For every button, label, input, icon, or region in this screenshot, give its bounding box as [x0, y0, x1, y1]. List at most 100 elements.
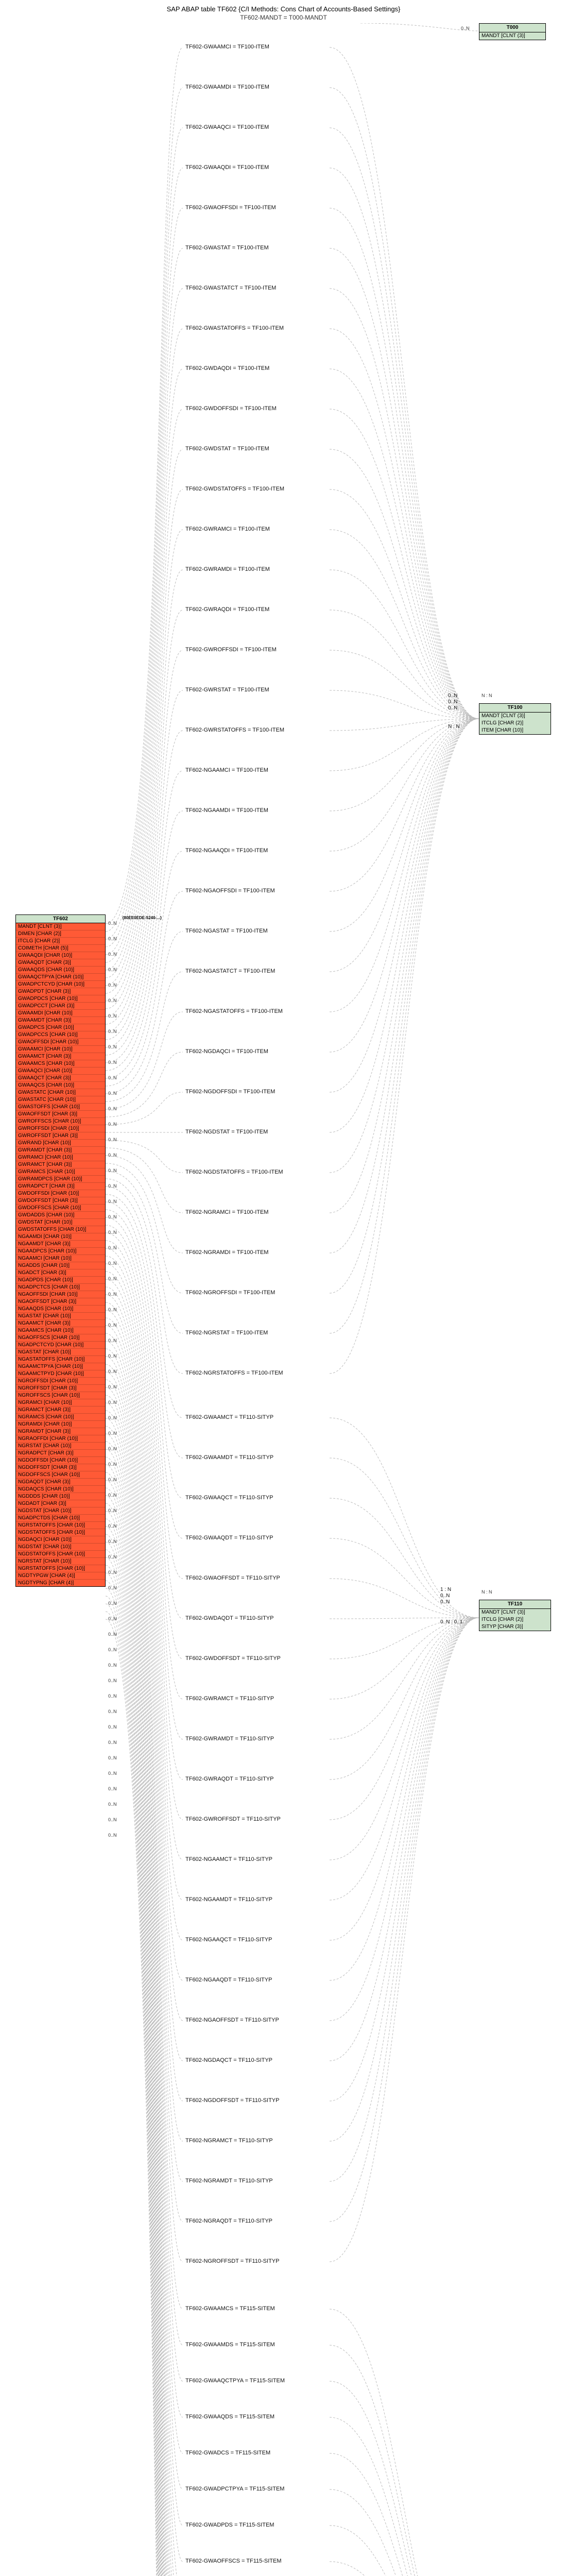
- cardinality-label: 0..N: [108, 1585, 117, 1590]
- edge-label: TF602-GWRAQDI = TF100-ITEM: [185, 606, 269, 613]
- edge-label: TF602-GWADCS = TF115-SITEM: [185, 2450, 270, 2456]
- table-row: GWADPDT [CHAR (3)]: [16, 988, 105, 995]
- cardinality-label: 0..N: [108, 1137, 117, 1142]
- edge-label: TF602-GWROFFSDT = TF110-SITYP: [185, 1816, 281, 1822]
- edge-label: TF602-GWAOFFSDI = TF100-ITEM: [185, 205, 276, 211]
- table-row: GWAAMCI [CHAR (10)]: [16, 1046, 105, 1053]
- cardinality-label: 0..N: [108, 1462, 117, 1467]
- edge-label: TF602-GWAAMDS = TF115-SITEM: [185, 2342, 275, 2348]
- edge-label: TF602-GWRAMCT = TF110-SITYP: [185, 1696, 274, 1702]
- cardinality-label: 0..N: [108, 1122, 117, 1127]
- edge-label: TF602-NGRAMCT = TF110-SITYP: [185, 2138, 273, 2144]
- table-row: NGRAOFFDI [CHAR (10)]: [16, 1435, 105, 1443]
- cardinality-label: 0..N: [108, 1044, 117, 1049]
- cardinality-label: 0..N: [108, 1663, 117, 1668]
- cardinality-label: 0..N: [108, 1060, 117, 1065]
- edge-label: TF602-NGRSTATOFFS = TF100-ITEM: [185, 1370, 283, 1376]
- table-row: NGAOFFSDI [CHAR (10)]: [16, 1291, 105, 1298]
- table-row: NGRAMDT [CHAR (3)]: [16, 1428, 105, 1435]
- table-row: NGRSTAT [CHAR (10)]: [16, 1558, 105, 1565]
- edge-label: TF602-GWRAMCI = TF100-ITEM: [185, 526, 270, 532]
- table-row: NGRSTAT [CHAR (10)]: [16, 1443, 105, 1450]
- table-row: GWDOFFSDI [CHAR (10)]: [16, 1190, 105, 1197]
- edge-label: TF602-NGASTATOFFS = TF100-ITEM: [185, 1008, 283, 1014]
- cardinality-tf100-nn: N : N: [482, 693, 492, 698]
- edge-label: TF602-NGAOFFSDT = TF110-SITYP: [185, 2017, 279, 2023]
- cardinality-t000: 0..N: [461, 26, 470, 31]
- edge-label: TF602-NGDOFFSDI = TF100-ITEM: [185, 1089, 275, 1095]
- table-row: NGAOFFSDT [CHAR (3)]: [16, 1298, 105, 1306]
- edge-label: TF602-NGDSTATOFFS = TF100-ITEM: [185, 1169, 283, 1175]
- edge-label: TF602-GWDSTAT = TF100-ITEM: [185, 446, 269, 452]
- node-tf100: TF100 MANDT [CLNT (3)] ITCLG [CHAR (2)] …: [479, 703, 551, 735]
- edge-label: TF602-GWRSTAT = TF100-ITEM: [185, 687, 269, 693]
- table-row: GWAAMCS [CHAR (10)]: [16, 1060, 105, 1067]
- edge-label: TF602-NGAAMDT = TF110-SITYP: [185, 1896, 272, 1903]
- edge-label: TF602-GWAAQCT = TF110-SITYP: [185, 1495, 273, 1501]
- table-row: NGDSTATOFFS [CHAR (10)]: [16, 1551, 105, 1558]
- table-row: NGDOFFSDT [CHAR (3)]: [16, 1464, 105, 1471]
- cardinality-label: 0..N: [108, 936, 117, 941]
- edge-label: TF602-NGDSTAT = TF100-ITEM: [185, 1129, 268, 1135]
- cardinality-label: 0..N: [108, 1446, 117, 1451]
- cardinality-label: 0..N: [108, 1106, 117, 1111]
- edge-label: TF602-GWRAMDI = TF100-ITEM: [185, 566, 270, 572]
- cardinality-label: 0..N: [108, 1755, 117, 1760]
- edge-label: TF602-NGRAMCI = TF100-ITEM: [185, 1209, 268, 1215]
- edge-label: TF602-GWAOFFSCS = TF115-SITEM: [185, 2558, 282, 2564]
- cardinality-label: 0..N: [108, 1539, 117, 1544]
- table-row: NGASTATOFFS [CHAR (10)]: [16, 1356, 105, 1363]
- table-row: GWAAMDI [CHAR (10)]: [16, 1010, 105, 1017]
- table-row: GWAAQDT [CHAR (3)]: [16, 959, 105, 967]
- node-tf100-row-0: MANDT [CLNT (3)]: [479, 713, 551, 720]
- edge-label: TF602-GWDAQDI = TF100-ITEM: [185, 365, 269, 371]
- cardinality-label: 0..N: [108, 1786, 117, 1791]
- table-row: GWRAND [CHAR (10)]: [16, 1140, 105, 1147]
- page-subtitle: TF602-MANDT = T000-MANDT: [0, 14, 567, 21]
- cardinality-label: 0..N: [108, 1153, 117, 1158]
- edge-label: TF602-GWDAQDT = TF110-SITYP: [185, 1615, 273, 1621]
- edge-label: TF602-NGAAQCT = TF110-SITYP: [185, 1937, 272, 1943]
- table-row: GWRAMCT [CHAR (3)]: [16, 1161, 105, 1168]
- edge-label: TF602-GWAAQCI = TF100-ITEM: [185, 124, 269, 130]
- table-row: NGDOFFSCS [CHAR (10)]: [16, 1471, 105, 1479]
- cardinality-label: 0..N: [108, 1601, 117, 1606]
- edge-label: TF602-NGAAQDI = TF100-ITEM: [185, 848, 268, 854]
- table-row: NGADPCTDS [CHAR (10)]: [16, 1515, 105, 1522]
- table-row: NGADPDS [CHAR (10)]: [16, 1277, 105, 1284]
- cardinality-label: 0..N: [108, 1183, 117, 1189]
- table-row: NGRSTATOFFS [CHAR (10)]: [16, 1522, 105, 1529]
- cardinality-label: 0..N: [108, 1168, 117, 1173]
- cardinality-label: 0..N: [108, 1431, 117, 1436]
- cardinality-label: 0..N: [108, 952, 117, 957]
- cardinality-label: 0..N: [108, 1493, 117, 1498]
- edge-label: TF602-NGDAQCI = TF100-ITEM: [185, 1048, 268, 1055]
- edge-label: TF602-GWADPDS = TF115-SITEM: [185, 2522, 274, 2528]
- edge-label: TF602-GWASTAT = TF100-ITEM: [185, 245, 269, 251]
- edge-label: TF602-NGROFFSDT = TF110-SITYP: [185, 2258, 279, 2264]
- edge-label: TF602-GWAAMDT = TF110-SITYP: [185, 1454, 273, 1461]
- table-row: NGADPCTCYD [CHAR (10)]: [16, 1342, 105, 1349]
- cardinality-label: 0..N: [108, 1323, 117, 1328]
- node-tf100-row-2: ITEM [CHAR (10)]: [479, 727, 551, 734]
- table-row: NGAAMDI [CHAR (10)]: [16, 1233, 105, 1241]
- edge-label: TF602-GWRAMDT = TF110-SITYP: [185, 1736, 274, 1742]
- table-row: NGASTAT [CHAR (10)]: [16, 1313, 105, 1320]
- edge-label: TF602-NGASTAT = TF100-ITEM: [185, 928, 268, 934]
- table-row: NGRAMDI [CHAR (10)]: [16, 1421, 105, 1428]
- table-row: NGADCT [CHAR (3)]: [16, 1269, 105, 1277]
- cardinality-label: 0..N: [108, 1817, 117, 1822]
- cardinality-label: 0..N: [108, 1261, 117, 1266]
- table-row: GWROFFSDI [CHAR (10)]: [16, 1125, 105, 1132]
- cardinality-label: 0..N: [108, 1740, 117, 1745]
- table-row: NGRAMCS [CHAR (10)]: [16, 1414, 105, 1421]
- edge-label: TF602-NGRSTAT = TF100-ITEM: [185, 1330, 268, 1336]
- cardinality-label: 0..N: [108, 1802, 117, 1807]
- edge-label: TF602-GWAAMCS = TF115-SITEM: [185, 2306, 275, 2312]
- table-row: GWRADPCT [CHAR (3)]: [16, 1183, 105, 1190]
- table-row: NGDSTATOFFS [CHAR (10)]: [16, 1529, 105, 1536]
- cardinality-tf110: 1 : N 0..N 0..N 0..N : 0..1: [440, 1587, 462, 1625]
- table-row: NGDOFFSDI [CHAR (10)]: [16, 1457, 105, 1464]
- cardinality-label: 0..N: [108, 1338, 117, 1343]
- table-row: NGAAMCS [CHAR (10)]: [16, 1327, 105, 1334]
